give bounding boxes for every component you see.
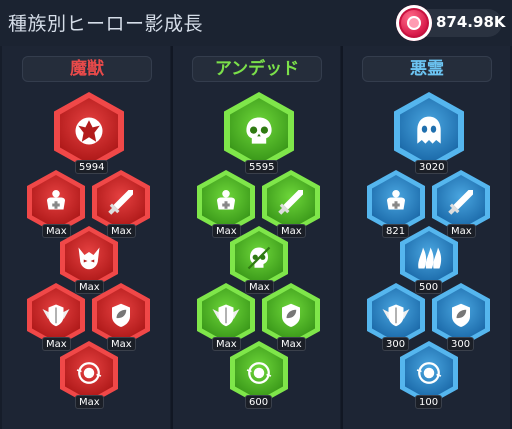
chip-icon [396, 5, 432, 41]
column-divider [171, 46, 173, 429]
hex-frame [224, 92, 294, 170]
page-title: 種族別ヒーロー影成長 [8, 13, 204, 35]
currency-amount: 874.98K [436, 13, 506, 31]
skill-node[interactable]: 600 [230, 341, 288, 411]
skull-icon [224, 92, 294, 170]
level-badge: Max [75, 395, 104, 409]
currency-display[interactable]: 874.98K [396, 5, 506, 41]
skill-node[interactable]: Max [60, 341, 118, 411]
level-badge: 600 [245, 395, 273, 409]
skill-node[interactable]: 5595 [224, 92, 294, 176]
hex-frame [54, 92, 124, 170]
top-bar: 種族別ヒーロー影成長 874.98K [0, 0, 512, 46]
skill-node[interactable]: 100 [400, 341, 458, 411]
level-badge: 100 [415, 395, 443, 409]
demon-crest-icon [54, 92, 124, 170]
ghost-icon [394, 92, 464, 170]
skill-node[interactable]: 5994 [54, 92, 124, 176]
column-divider [341, 46, 343, 429]
hex-frame [394, 92, 464, 170]
race-tab-green[interactable]: アンデッド [192, 56, 322, 82]
skill-node[interactable]: 3020 [394, 92, 464, 176]
race-tab-red[interactable]: 魔獣 [22, 56, 152, 82]
race-tab-blue[interactable]: 悪霊 [362, 56, 492, 82]
